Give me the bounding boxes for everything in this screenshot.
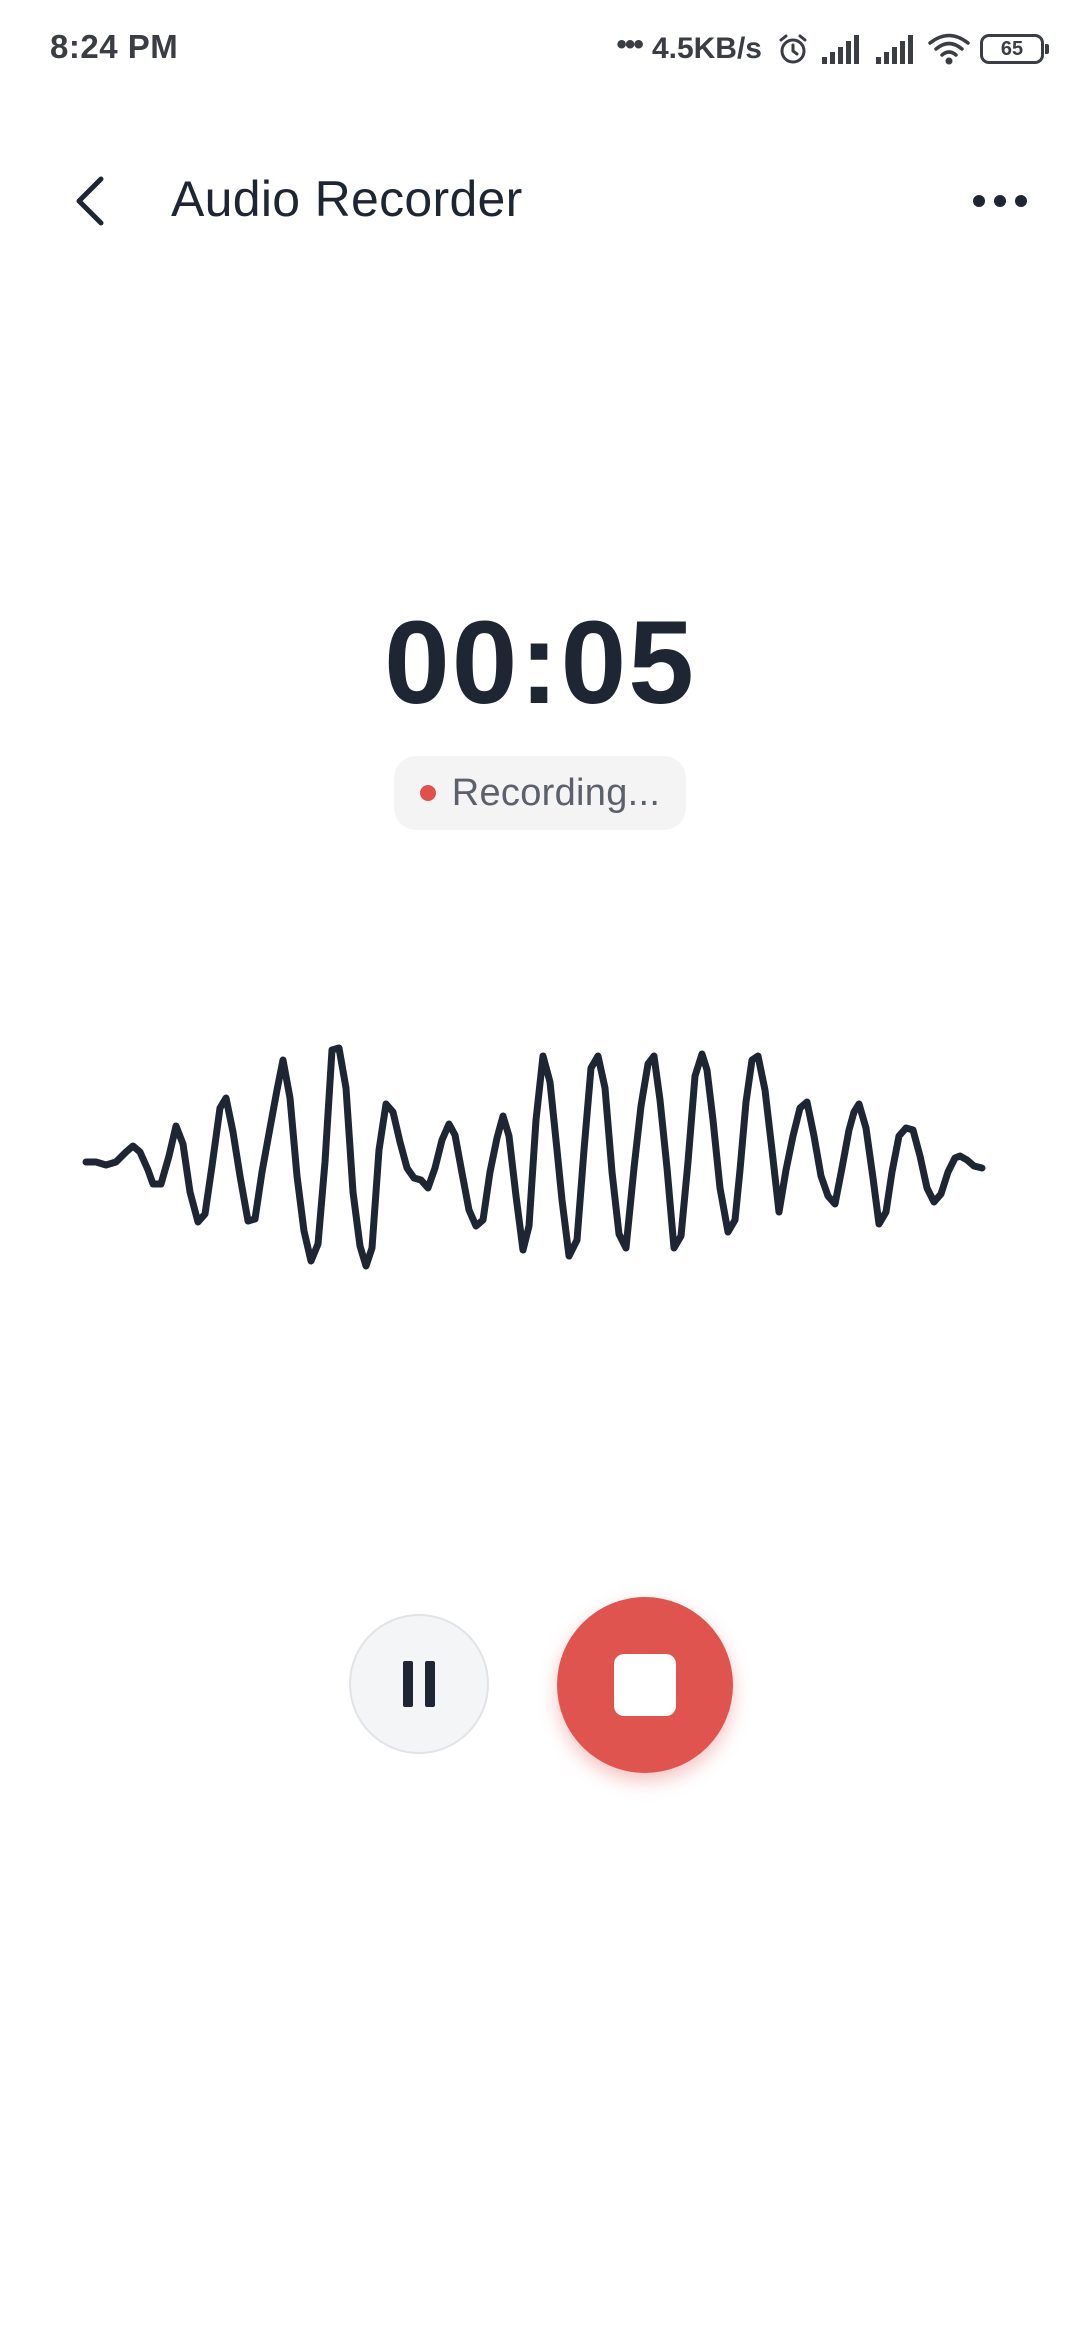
status-bar: 8:24 PM ••• 4.5KB/s 65 xyxy=(0,0,1080,96)
more-notifications-icon: ••• xyxy=(616,28,643,61)
recording-status-badge: Recording... xyxy=(394,756,686,830)
stop-icon xyxy=(614,1654,676,1716)
network-speed: 4.5KB/s xyxy=(651,32,762,65)
audio-waveform xyxy=(82,1044,986,1270)
battery-icon: 65 xyxy=(980,34,1049,64)
pause-icon xyxy=(403,1661,435,1707)
more-horizontal-icon xyxy=(973,195,1027,207)
app-bar: Audio Recorder xyxy=(0,140,1080,260)
chevron-left-icon xyxy=(76,176,104,226)
wifi-icon xyxy=(928,33,970,65)
pause-button[interactable] xyxy=(349,1614,489,1754)
recording-indicator-dot xyxy=(419,785,436,801)
back-button[interactable] xyxy=(56,166,126,236)
stop-button[interactable] xyxy=(557,1597,733,1773)
recording-status-text: Recording... xyxy=(451,771,661,814)
status-time: 8:24 PM xyxy=(50,28,179,65)
more-options-button[interactable] xyxy=(960,166,1040,236)
alarm-icon xyxy=(779,34,807,64)
status-icons: ••• 4.5KB/s 65 xyxy=(616,26,1049,72)
signal-icon xyxy=(876,35,913,64)
signal-icon xyxy=(822,35,859,64)
battery-level: 65 xyxy=(1000,37,1024,60)
page-title: Audio Recorder xyxy=(171,171,523,227)
elapsed-time: 00:05 xyxy=(384,597,696,729)
